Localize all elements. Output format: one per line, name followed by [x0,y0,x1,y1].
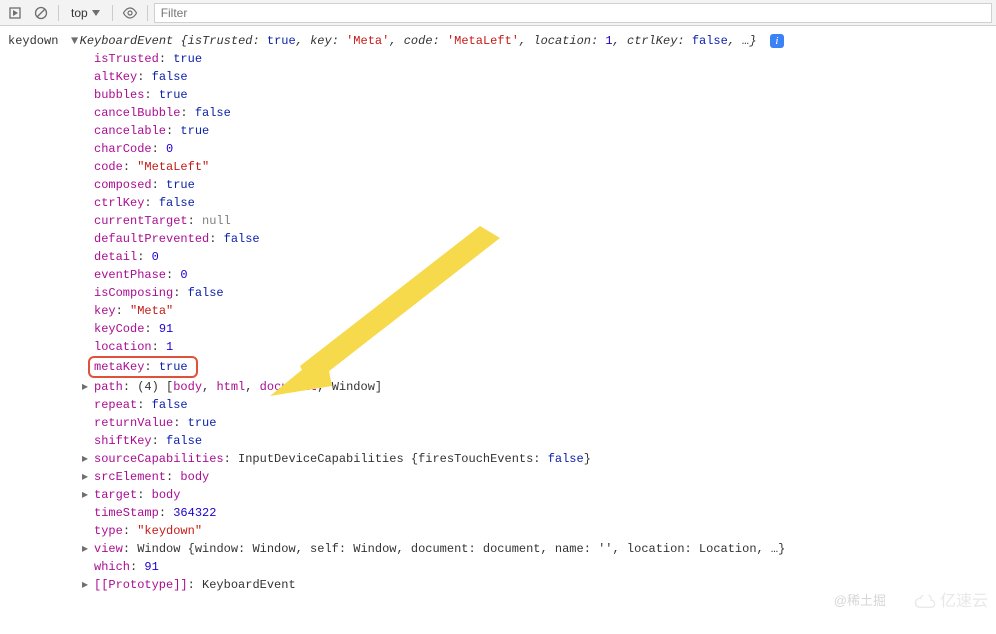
prop-srcElement[interactable]: ▸srcElement: body [94,468,988,486]
disclosure-triangle-icon[interactable]: ▸ [82,486,94,504]
context-selector[interactable]: top [65,4,106,22]
prop-bubbles[interactable]: bubbles: true [94,86,988,104]
prop-type[interactable]: type: "keydown" [94,522,988,540]
disclosure-triangle-icon[interactable]: ▼ [70,32,80,50]
disclosure-triangle-icon[interactable]: ▸ [82,576,94,594]
prop-currentTarget[interactable]: currentTarget: null [94,212,988,230]
console-toolbar: top [0,0,996,26]
prop-cancelable[interactable]: cancelable: true [94,122,988,140]
prop-isComposing[interactable]: isComposing: false [94,284,988,302]
prop-location[interactable]: location: 1 [94,338,988,356]
prop-timeStamp[interactable]: timeStamp: 364322 [94,504,988,522]
brace: { [180,34,187,48]
disclosure-triangle-icon[interactable]: ▸ [82,378,94,396]
prop-altKey[interactable]: altKey: false [94,68,988,86]
highlight-box: metaKey: true [88,356,198,378]
context-selector-label: top [71,6,88,20]
cloud-icon [914,595,936,609]
prop-isTrusted[interactable]: isTrusted: true [94,50,988,68]
prop-view[interactable]: ▸view: Window {window: Window, self: Win… [94,540,988,558]
console-log-area: keydown ▼KeyboardEvent {isTrusted: true,… [0,26,996,634]
toolbar-separator [112,5,113,21]
prop-which[interactable]: which: 91 [94,558,988,576]
prop-charCode[interactable]: charCode: 0 [94,140,988,158]
disclosure-triangle-icon[interactable]: ▸ [82,468,94,486]
prop-sourceCapabilities[interactable]: ▸sourceCapabilities: InputDeviceCapabili… [94,450,988,468]
prop-target[interactable]: ▸target: body [94,486,988,504]
disclosure-triangle-icon[interactable]: ▸ [82,540,94,558]
prop-repeat[interactable]: repeat: false [94,396,988,414]
info-icon[interactable]: i [770,34,784,48]
event-name: keydown [8,34,58,48]
prop-cancelBubble[interactable]: cancelBubble: false [94,104,988,122]
toolbar-separator [147,5,148,21]
prop-detail[interactable]: detail: 0 [94,248,988,266]
prop-code[interactable]: code: "MetaLeft" [94,158,988,176]
eye-icon[interactable] [119,3,141,23]
prop-keyCode[interactable]: keyCode: 91 [94,320,988,338]
prop-eventPhase[interactable]: eventPhase: 0 [94,266,988,284]
execute-icon[interactable] [4,3,26,23]
chevron-down-icon [92,10,100,16]
prop-defaultPrevented[interactable]: defaultPrevented: false [94,230,988,248]
prop-returnValue[interactable]: returnValue: true [94,414,988,432]
watermark: 亿速云 [914,590,988,614]
clear-console-icon[interactable] [30,3,52,23]
prop-key[interactable]: key: "Meta" [94,302,988,320]
log-summary-row[interactable]: keydown ▼KeyboardEvent {isTrusted: true,… [8,32,988,50]
disclosure-triangle-icon[interactable]: ▸ [82,450,94,468]
prop-metaKey[interactable]: metaKey: true [94,356,988,378]
toolbar-separator [58,5,59,21]
watermark: @稀土掘 [834,591,886,611]
object-properties: isTrusted: true altKey: false bubbles: t… [94,50,988,594]
prop-composed[interactable]: composed: true [94,176,988,194]
object-class: KeyboardEvent [80,34,174,48]
filter-input[interactable] [154,3,992,23]
prop-ctrlKey[interactable]: ctrlKey: false [94,194,988,212]
prop-path[interactable]: ▸path: (4) [body, html, document, Window… [94,378,988,396]
prop-shiftKey[interactable]: shiftKey: false [94,432,988,450]
